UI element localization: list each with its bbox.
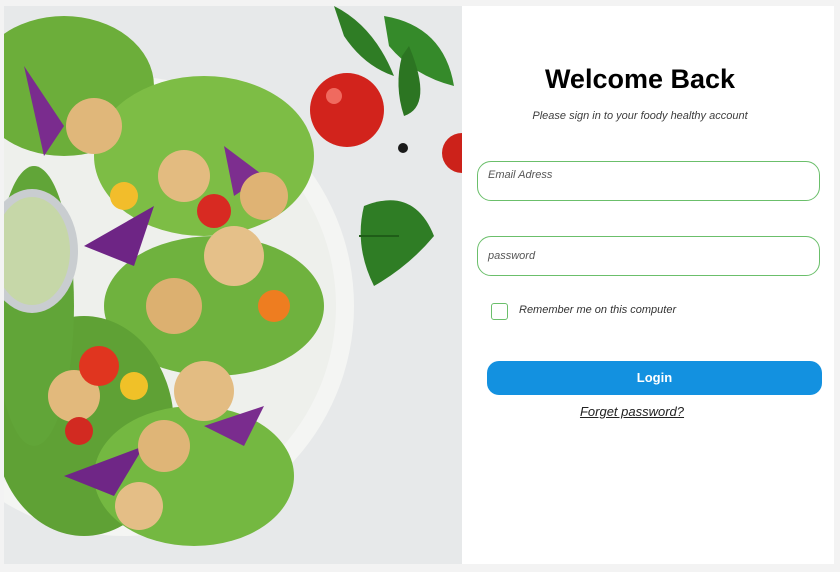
page-subtitle: Please sign in to your foody healthy acc… — [532, 110, 748, 122]
page-title: Welcome Back — [544, 64, 736, 94]
login-panel: Welcome Back Please sign in to your food… — [462, 6, 834, 564]
email-field[interactable]: Email Adress — [477, 161, 820, 201]
salad-plate-image — [4, 6, 462, 564]
password-field[interactable]: password — [477, 236, 820, 276]
login-button[interactable]: Login — [487, 361, 822, 395]
remember-checkbox[interactable] — [491, 303, 508, 320]
login-window: Welcome Back Please sign in to your food… — [4, 6, 834, 564]
remember-label: Remember me on this computer — [519, 304, 677, 316]
forgot-password-link[interactable]: Forget password? — [462, 404, 802, 419]
email-placeholder: Email Adress — [488, 169, 553, 181]
password-placeholder: password — [488, 250, 536, 262]
